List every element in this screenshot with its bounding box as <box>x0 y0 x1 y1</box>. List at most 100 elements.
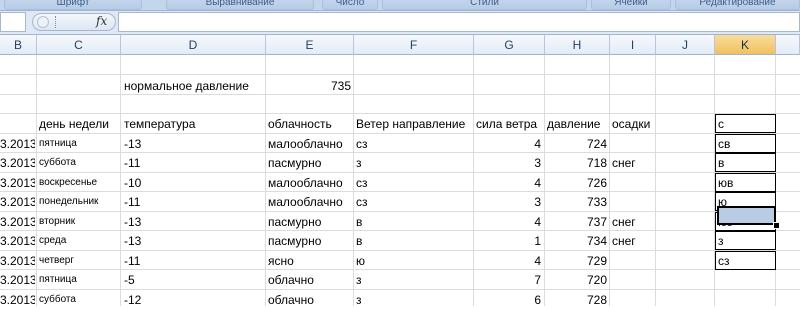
ribbon-group-number[interactable]: Число <box>322 0 378 10</box>
cell-date[interactable]: 3.2013 <box>0 270 35 289</box>
formula-input[interactable] <box>118 12 800 32</box>
cell-pressure[interactable]: 720 <box>547 270 607 289</box>
cell-wind-force[interactable]: 4 <box>476 251 541 270</box>
cell-day[interactable]: суббота <box>39 290 119 309</box>
cell-date[interactable]: 3.2013 <box>0 290 35 309</box>
cell-temp[interactable]: -11 <box>124 153 264 172</box>
cell-wind-dir[interactable]: з <box>356 153 472 172</box>
cell-cloud[interactable]: малооблачно <box>268 134 352 153</box>
cell-wind-force[interactable]: 7 <box>476 270 541 289</box>
cell-wind-dir[interactable]: сз <box>356 192 472 211</box>
cell-date[interactable]: 3.2013 <box>0 192 35 211</box>
header-wind-dir[interactable]: Ветер направление <box>356 114 472 133</box>
column-header-j[interactable]: J <box>656 35 715 55</box>
column-header-d[interactable]: D <box>121 35 266 55</box>
column-header-e[interactable]: E <box>266 35 354 55</box>
column-header-l[interactable] <box>776 35 800 55</box>
cell-cloud[interactable]: облачно <box>268 270 352 289</box>
cell-date[interactable]: 3.2013 <box>0 173 35 192</box>
cell-cloud[interactable]: пасмурно <box>268 153 352 172</box>
cell-day[interactable]: пятница <box>39 134 119 153</box>
column-header-h[interactable]: H <box>545 35 610 55</box>
ribbon-group-font[interactable]: Шрифт <box>4 0 142 10</box>
cell-precip[interactable] <box>612 173 656 192</box>
ribbon-group-alignment[interactable]: Выравнивание <box>166 0 314 10</box>
cell-wind-force[interactable]: 1 <box>476 231 541 250</box>
cell-pressure[interactable]: 728 <box>547 290 607 309</box>
column-header-b[interactable]: B <box>0 35 37 55</box>
cell-pressure[interactable]: 724 <box>547 134 607 153</box>
cell-date[interactable]: 3.2013 <box>0 134 35 153</box>
cell-wind-dir[interactable]: з <box>356 270 472 289</box>
cell-temp[interactable]: -13 <box>124 212 264 231</box>
cell-pressure[interactable]: 734 <box>547 231 607 250</box>
k-column-value[interactable]: с <box>718 114 774 133</box>
cell-precip[interactable]: снег <box>612 231 656 250</box>
cell-date[interactable]: 3.2013 <box>0 231 35 250</box>
cell-precip[interactable]: снег <box>612 153 656 172</box>
column-header-i[interactable]: I <box>610 35 656 55</box>
header-pressure[interactable]: давление <box>547 114 608 133</box>
cell-day[interactable]: среда <box>39 231 119 250</box>
column-header-c[interactable]: C <box>37 35 121 55</box>
note-value[interactable]: 735 <box>268 76 351 95</box>
k-column-value[interactable]: сз <box>718 251 774 270</box>
cell-day[interactable]: вторник <box>39 212 119 231</box>
cell-wind-force[interactable]: 4 <box>476 173 541 192</box>
cell-temp[interactable]: -11 <box>124 192 264 211</box>
cell-day[interactable]: воскресенье <box>39 173 119 192</box>
ribbon-group-cells[interactable]: Ячейки <box>591 0 671 10</box>
cell-precip[interactable]: снег <box>612 212 656 231</box>
cell-day[interactable]: четверг <box>39 251 119 270</box>
cell-temp[interactable]: -13 <box>124 134 264 153</box>
cell-wind-force[interactable]: 3 <box>476 153 541 172</box>
column-header-f[interactable]: F <box>354 35 474 55</box>
cell-temp[interactable]: -11 <box>124 251 264 270</box>
cell-wind-force[interactable]: 4 <box>476 212 541 231</box>
cell-cloud[interactable]: малооблачно <box>268 192 352 211</box>
header-precip[interactable]: осадки <box>612 114 656 133</box>
k-column-value[interactable]: в <box>718 153 774 172</box>
cell-precip[interactable] <box>612 134 656 153</box>
cell-wind-force[interactable]: 6 <box>476 290 541 309</box>
cell-pressure[interactable]: 733 <box>547 192 607 211</box>
cell-wind-force[interactable]: 4 <box>476 134 541 153</box>
cell-wind-dir[interactable]: з <box>356 290 472 309</box>
cell-wind-dir[interactable]: в <box>356 212 472 231</box>
cell-precip[interactable] <box>612 290 656 309</box>
cell-pressure[interactable]: 737 <box>547 212 607 231</box>
name-box[interactable] <box>0 12 26 32</box>
cell-wind-dir[interactable]: сз <box>356 134 472 153</box>
cell-wind-dir[interactable]: сз <box>356 173 472 192</box>
cell-precip[interactable] <box>612 192 656 211</box>
column-header-g[interactable]: G <box>474 35 545 55</box>
cell-cloud[interactable]: пасмурно <box>268 231 352 250</box>
cell-day[interactable]: пятница <box>39 270 119 289</box>
expand-circle-icon[interactable] <box>37 16 49 28</box>
cell-wind-dir[interactable]: в <box>356 231 472 250</box>
cell-temp[interactable]: -5 <box>124 270 264 289</box>
fill-handle[interactable] <box>773 222 780 229</box>
cell-day[interactable]: суббота <box>39 153 119 172</box>
cell-precip[interactable] <box>612 270 656 289</box>
ribbon-group-editing[interactable]: Редактирование <box>675 0 800 10</box>
cell-wind-force[interactable]: 3 <box>476 192 541 211</box>
cell-temp[interactable]: -13 <box>124 231 264 250</box>
ribbon-group-styles[interactable]: Стили <box>382 0 587 10</box>
header-temp[interactable]: температура <box>124 114 264 133</box>
cell-date[interactable]: 3.2013 <box>0 153 35 172</box>
column-header-k[interactable]: K <box>715 35 776 55</box>
cell-precip[interactable] <box>612 251 656 270</box>
cell-pressure[interactable]: 718 <box>547 153 607 172</box>
cell-date[interactable]: 3.2013 <box>0 212 35 231</box>
k-column-value[interactable]: св <box>718 134 774 153</box>
cell-cloud[interactable]: пасмурно <box>268 212 352 231</box>
k-column-value[interactable]: з <box>718 231 774 250</box>
cell-pressure[interactable]: 726 <box>547 173 607 192</box>
header-day[interactable]: день недели <box>39 114 119 133</box>
cell-temp[interactable]: -10 <box>124 173 264 192</box>
cell-temp[interactable]: -12 <box>124 290 264 309</box>
cell-cloud[interactable]: облачно <box>268 290 352 309</box>
header-cloud[interactable]: облачность <box>268 114 352 133</box>
cell-cloud[interactable]: ясно <box>268 251 352 270</box>
